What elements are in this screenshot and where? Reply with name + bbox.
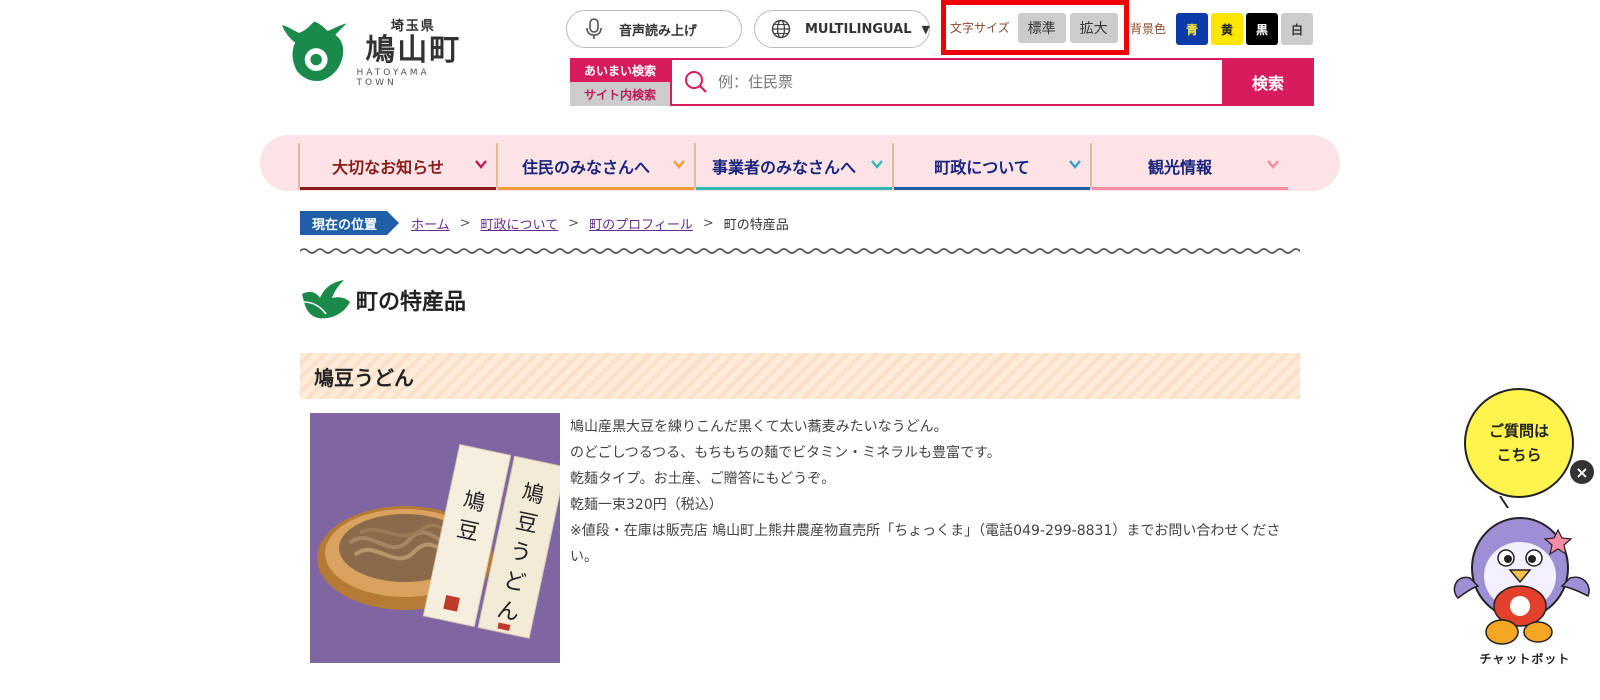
udon-illustration: 鳩 豆 鳩 豆 う ど ん bbox=[317, 443, 560, 639]
breadcrumb-link-town-profile[interactable]: 町のプロフィール bbox=[589, 214, 693, 233]
breadcrumb-link-home[interactable]: ホーム bbox=[411, 214, 450, 233]
logo-town-name: 鳩山町 bbox=[365, 32, 462, 68]
tab-site-search[interactable]: サイト内検索 bbox=[570, 82, 670, 106]
breadcrumb: 現在の位置 ホーム > 町政について > 町のプロフィール > 町の特産品 bbox=[300, 211, 789, 235]
town-emblem-icon bbox=[281, 21, 347, 81]
nav-item-label: 観光情報 bbox=[1147, 158, 1212, 177]
nav-item-businesses[interactable]: 事業者のみなさんへ bbox=[694, 143, 892, 190]
voice-button-label: 音声読み上げ bbox=[619, 23, 698, 39]
description-line: 乾麺タイプ。お土産、ご贈答にもどうぞ。 bbox=[570, 471, 836, 487]
font-size-control: 文字サイズ 標準 拡大 bbox=[941, 0, 1129, 55]
description-line: 乾麺一束320円（税込） bbox=[570, 497, 723, 513]
product-photo: 鳩 豆 鳩 豆 う ど ん bbox=[310, 413, 560, 663]
logo-town-english: HATOYAMA TOWN bbox=[356, 67, 430, 88]
dove-icon bbox=[302, 280, 350, 319]
logo-prefecture: 埼玉県 bbox=[390, 18, 436, 34]
nav-underline bbox=[1092, 187, 1288, 190]
bg-color-yellow-button[interactable]: 黄 bbox=[1211, 13, 1243, 45]
nav-item-residents[interactable]: 住民のみなさんへ bbox=[496, 143, 694, 190]
chatbot-label: チャットボット bbox=[1479, 652, 1571, 666]
search-button[interactable]: 検索 bbox=[1222, 58, 1314, 106]
wave-divider bbox=[300, 248, 1300, 254]
chevron-down-icon bbox=[871, 160, 883, 169]
nav-item-label: 事業者のみなさんへ bbox=[711, 158, 856, 177]
chatbot-bubble-text: ご質問は bbox=[1488, 422, 1549, 440]
nav-underline bbox=[894, 187, 1090, 190]
nav-underline bbox=[498, 187, 694, 190]
search-input[interactable] bbox=[718, 73, 1198, 91]
description-line: ※値段・在庫は販売店 鳩山町上熊井農産物直売所「ちょっくま」（電話049-299… bbox=[570, 523, 1281, 565]
chatbot-bubble-text: こちら bbox=[1496, 446, 1542, 464]
page-title-block: 町の特産品 bbox=[300, 280, 466, 320]
microphone-icon bbox=[583, 18, 605, 40]
font-size-label: 文字サイズ bbox=[950, 21, 1010, 35]
description-line: 鳩山産黒大豆を練りこんだ黒くて太い蕎麦みたいなうどん。 bbox=[570, 419, 948, 435]
multilingual-button[interactable]: MULTILINGUAL ▼ bbox=[754, 10, 930, 48]
section-heading-bar: 鳩豆うどん bbox=[300, 353, 1300, 399]
breadcrumb-current: 町の特産品 bbox=[723, 217, 789, 233]
bg-color-black-button[interactable]: 黒 bbox=[1246, 13, 1278, 45]
breadcrumb-separator: > bbox=[568, 215, 580, 231]
search-icon bbox=[685, 71, 707, 93]
bg-color-blue-button[interactable]: 青 bbox=[1176, 13, 1208, 45]
tab-fuzzy-search[interactable]: あいまい検索 bbox=[570, 58, 670, 82]
logo-text: 埼玉県 鳩山町 HATOYAMA TOWN bbox=[357, 15, 471, 88]
font-size-large-button[interactable]: 拡大 bbox=[1069, 12, 1118, 43]
breadcrumb-current-position-tag: 現在の位置 bbox=[300, 211, 400, 235]
font-size-standard-button[interactable]: 標準 bbox=[1017, 12, 1066, 43]
description-line: のどごしつるつる、もちもちの麺でビタミン・ミネラルも豊富です。 bbox=[570, 445, 1001, 461]
nav-underline bbox=[696, 187, 892, 190]
section-heading: 鳩豆うどん bbox=[314, 365, 414, 390]
page-title: 町の特産品 bbox=[356, 290, 467, 315]
bg-color-white-button[interactable]: 白 bbox=[1281, 13, 1313, 45]
multilingual-label: MULTILINGUAL bbox=[805, 21, 912, 37]
nav-item-town-government[interactable]: 町政について bbox=[892, 143, 1090, 190]
product-description: 鳩山産黒大豆を練りこんだ黒くて太い蕎麦みたいなうどん。 のどごしつるつる、もちも… bbox=[570, 414, 1300, 570]
chevron-down-icon bbox=[1267, 160, 1279, 169]
nav-item-important[interactable]: 大切なお知らせ bbox=[298, 143, 496, 190]
site-logo[interactable]: 埼玉県 鳩山町 HATOYAMA TOWN bbox=[280, 15, 471, 88]
nav-item-tourism[interactable]: 観光情報 bbox=[1090, 143, 1288, 190]
chatbot-launcher[interactable]: ご質問は こちら × チャットボット bbox=[1450, 388, 1600, 678]
chevron-down-icon bbox=[475, 160, 487, 169]
breadcrumb-separator: > bbox=[459, 215, 471, 231]
chevron-down-icon bbox=[673, 160, 685, 169]
nav-item-label: 住民のみなさんへ bbox=[521, 158, 650, 177]
globe-icon bbox=[771, 18, 791, 40]
nav-item-label: 町政について bbox=[934, 158, 1030, 177]
chatbot-close-button[interactable]: × bbox=[1568, 458, 1596, 486]
breadcrumb-link-town-government[interactable]: 町政について bbox=[481, 214, 559, 233]
chatbot-mascot-icon bbox=[1453, 517, 1590, 645]
search-box bbox=[670, 58, 1222, 106]
breadcrumb-separator: > bbox=[702, 215, 714, 231]
nav-underline bbox=[300, 187, 496, 190]
chevron-down-icon bbox=[1069, 160, 1081, 169]
voice-readout-button[interactable]: 音声読み上げ bbox=[566, 10, 742, 48]
bg-color-label: 背景色 bbox=[1130, 22, 1167, 36]
global-nav: 大切なお知らせ 住民のみなさんへ 事業者のみなさんへ 町政について 観光情報 bbox=[260, 135, 1340, 191]
chevron-down-icon: ▼ bbox=[921, 22, 930, 36]
chatbot-speech-bubble: ご質問は こちら bbox=[1464, 388, 1574, 498]
nav-item-label: 大切なお知らせ bbox=[332, 158, 444, 177]
search-mode-tabs: あいまい検索 サイト内検索 bbox=[570, 58, 670, 106]
